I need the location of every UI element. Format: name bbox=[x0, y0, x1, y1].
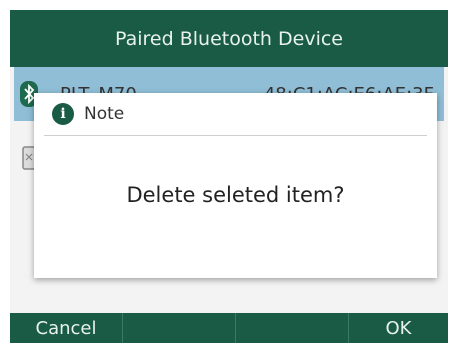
page-title: Paired Bluetooth Device bbox=[10, 10, 448, 67]
dialog-message: Delete seleted item? bbox=[126, 183, 345, 207]
softkey-bar: Cancel OK bbox=[10, 313, 448, 343]
info-icon: i bbox=[52, 103, 74, 125]
dialog-header: i Note bbox=[34, 93, 437, 135]
dialog-title: Note bbox=[84, 104, 125, 124]
note-dialog: i Note Delete seleted item? bbox=[34, 93, 437, 278]
dialog-divider bbox=[44, 135, 427, 136]
softkey-3[interactable] bbox=[236, 313, 349, 343]
ok-button[interactable]: OK bbox=[349, 313, 448, 343]
softkey-2[interactable] bbox=[123, 313, 236, 343]
phone-screen: Paired Bluetooth Device PLT_M70 48:C1:AC… bbox=[10, 10, 448, 343]
cancel-button[interactable]: Cancel bbox=[10, 313, 123, 343]
